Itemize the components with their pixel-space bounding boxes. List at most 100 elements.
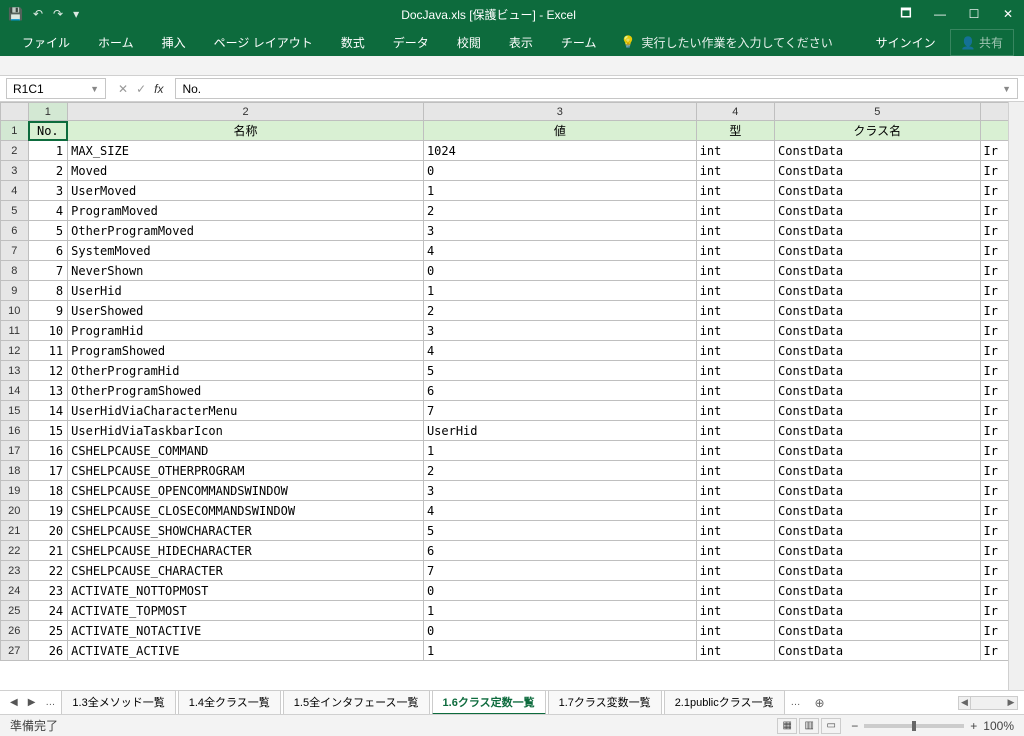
- cell[interactable]: Ir: [980, 641, 1008, 661]
- maximize-icon[interactable]: ☐: [966, 7, 982, 21]
- column-header[interactable]: 2: [68, 103, 424, 121]
- cell[interactable]: int: [696, 301, 774, 321]
- cell[interactable]: 1: [423, 281, 696, 301]
- cell[interactable]: 11: [28, 341, 68, 361]
- cell[interactable]: OtherProgramHid: [68, 361, 424, 381]
- column-header[interactable]: 3: [423, 103, 696, 121]
- cell[interactable]: 7: [423, 561, 696, 581]
- cell[interactable]: int: [696, 181, 774, 201]
- cell[interactable]: 4: [423, 501, 696, 521]
- cell[interactable]: Ir: [980, 401, 1008, 421]
- cell[interactable]: OtherProgramShowed: [68, 381, 424, 401]
- row-header[interactable]: 5: [1, 201, 29, 221]
- close-icon[interactable]: ✕: [1000, 7, 1016, 21]
- cell[interactable]: int: [696, 341, 774, 361]
- cell[interactable]: 5: [423, 521, 696, 541]
- row-header[interactable]: 16: [1, 421, 29, 441]
- zoom-level[interactable]: 100%: [983, 719, 1014, 733]
- row-header[interactable]: 1: [1, 121, 29, 141]
- cell[interactable]: 16: [28, 441, 68, 461]
- row-header[interactable]: 14: [1, 381, 29, 401]
- cell[interactable]: Ir: [980, 261, 1008, 281]
- cell[interactable]: 2: [423, 201, 696, 221]
- row-header[interactable]: 19: [1, 481, 29, 501]
- cell[interactable]: ConstData: [775, 561, 981, 581]
- cell[interactable]: ProgramHid: [68, 321, 424, 341]
- cell[interactable]: 型: [696, 121, 774, 141]
- cell[interactable]: NeverShown: [68, 261, 424, 281]
- cell[interactable]: CSHELPCAUSE_COMMAND: [68, 441, 424, 461]
- save-icon[interactable]: 💾: [8, 7, 23, 21]
- sheet-tab[interactable]: 1.5全インタフェース一覧: [283, 690, 430, 715]
- column-header[interactable]: 1: [28, 103, 68, 121]
- cell[interactable]: int: [696, 241, 774, 261]
- horizontal-scrollbar[interactable]: ◀▶: [958, 696, 1018, 710]
- cell[interactable]: ProgramMoved: [68, 201, 424, 221]
- cell[interactable]: 9: [28, 301, 68, 321]
- cell[interactable]: 0: [423, 161, 696, 181]
- cell[interactable]: ConstData: [775, 161, 981, 181]
- row-header[interactable]: 27: [1, 641, 29, 661]
- tell-me[interactable]: 💡 実行したい作業を入力してください: [620, 34, 832, 51]
- name-box[interactable]: R1C1 ▼: [6, 78, 106, 99]
- cell[interactable]: CSHELPCAUSE_OPENCOMMANDSWINDOW: [68, 481, 424, 501]
- cell[interactable]: Ir: [980, 341, 1008, 361]
- cell[interactable]: Ir: [980, 461, 1008, 481]
- cell[interactable]: UserHid: [68, 281, 424, 301]
- cell[interactable]: CSHELPCAUSE_HIDECHARACTER: [68, 541, 424, 561]
- row-header[interactable]: 4: [1, 181, 29, 201]
- cell[interactable]: int: [696, 641, 774, 661]
- cell[interactable]: 値: [423, 121, 696, 141]
- share-button[interactable]: 👤 共有: [950, 29, 1014, 56]
- cell[interactable]: 3: [423, 481, 696, 501]
- tab-file[interactable]: ファイル: [10, 30, 82, 55]
- zoom-in-button[interactable]: +: [970, 719, 977, 733]
- cell[interactable]: int: [696, 361, 774, 381]
- row-header[interactable]: 9: [1, 281, 29, 301]
- cell[interactable]: ConstData: [775, 361, 981, 381]
- cell[interactable]: int: [696, 401, 774, 421]
- cell[interactable]: 14: [28, 401, 68, 421]
- cell[interactable]: int: [696, 201, 774, 221]
- cell[interactable]: int: [696, 141, 774, 161]
- cell[interactable]: 0: [423, 581, 696, 601]
- sheet-tab[interactable]: 1.4全クラス一覧: [178, 690, 281, 715]
- cell[interactable]: ConstData: [775, 261, 981, 281]
- row-header[interactable]: 25: [1, 601, 29, 621]
- cell[interactable]: ConstData: [775, 441, 981, 461]
- cell[interactable]: 1024: [423, 141, 696, 161]
- cell[interactable]: int: [696, 561, 774, 581]
- cell[interactable]: 1: [28, 141, 68, 161]
- cell[interactable]: Ir: [980, 541, 1008, 561]
- cell[interactable]: int: [696, 441, 774, 461]
- cell[interactable]: 1: [423, 601, 696, 621]
- cell[interactable]: 18: [28, 481, 68, 501]
- cell[interactable]: 2: [423, 461, 696, 481]
- cell[interactable]: ConstData: [775, 601, 981, 621]
- cell[interactable]: int: [696, 521, 774, 541]
- cell[interactable]: 26: [28, 641, 68, 661]
- cell[interactable]: Ir: [980, 501, 1008, 521]
- cell[interactable]: Ir: [980, 621, 1008, 641]
- cell[interactable]: UserHidViaTaskbarIcon: [68, 421, 424, 441]
- row-header[interactable]: 2: [1, 141, 29, 161]
- add-sheet-button[interactable]: ⊕: [807, 696, 833, 710]
- row-header[interactable]: 21: [1, 521, 29, 541]
- cell[interactable]: UserMoved: [68, 181, 424, 201]
- cell[interactable]: int: [696, 221, 774, 241]
- cell[interactable]: Ir: [980, 181, 1008, 201]
- row-header[interactable]: 18: [1, 461, 29, 481]
- cell[interactable]: int: [696, 381, 774, 401]
- tab-layout[interactable]: ページ レイアウト: [202, 30, 325, 55]
- row-header[interactable]: 20: [1, 501, 29, 521]
- cell[interactable]: ConstData: [775, 381, 981, 401]
- column-header[interactable]: 4: [696, 103, 774, 121]
- cell[interactable]: Ir: [980, 601, 1008, 621]
- row-header[interactable]: 10: [1, 301, 29, 321]
- cell[interactable]: Ir: [980, 361, 1008, 381]
- cell[interactable]: 3: [28, 181, 68, 201]
- cell[interactable]: int: [696, 461, 774, 481]
- select-all-corner[interactable]: [1, 103, 29, 121]
- zoom-out-button[interactable]: −: [851, 719, 858, 733]
- cell[interactable]: ConstData: [775, 221, 981, 241]
